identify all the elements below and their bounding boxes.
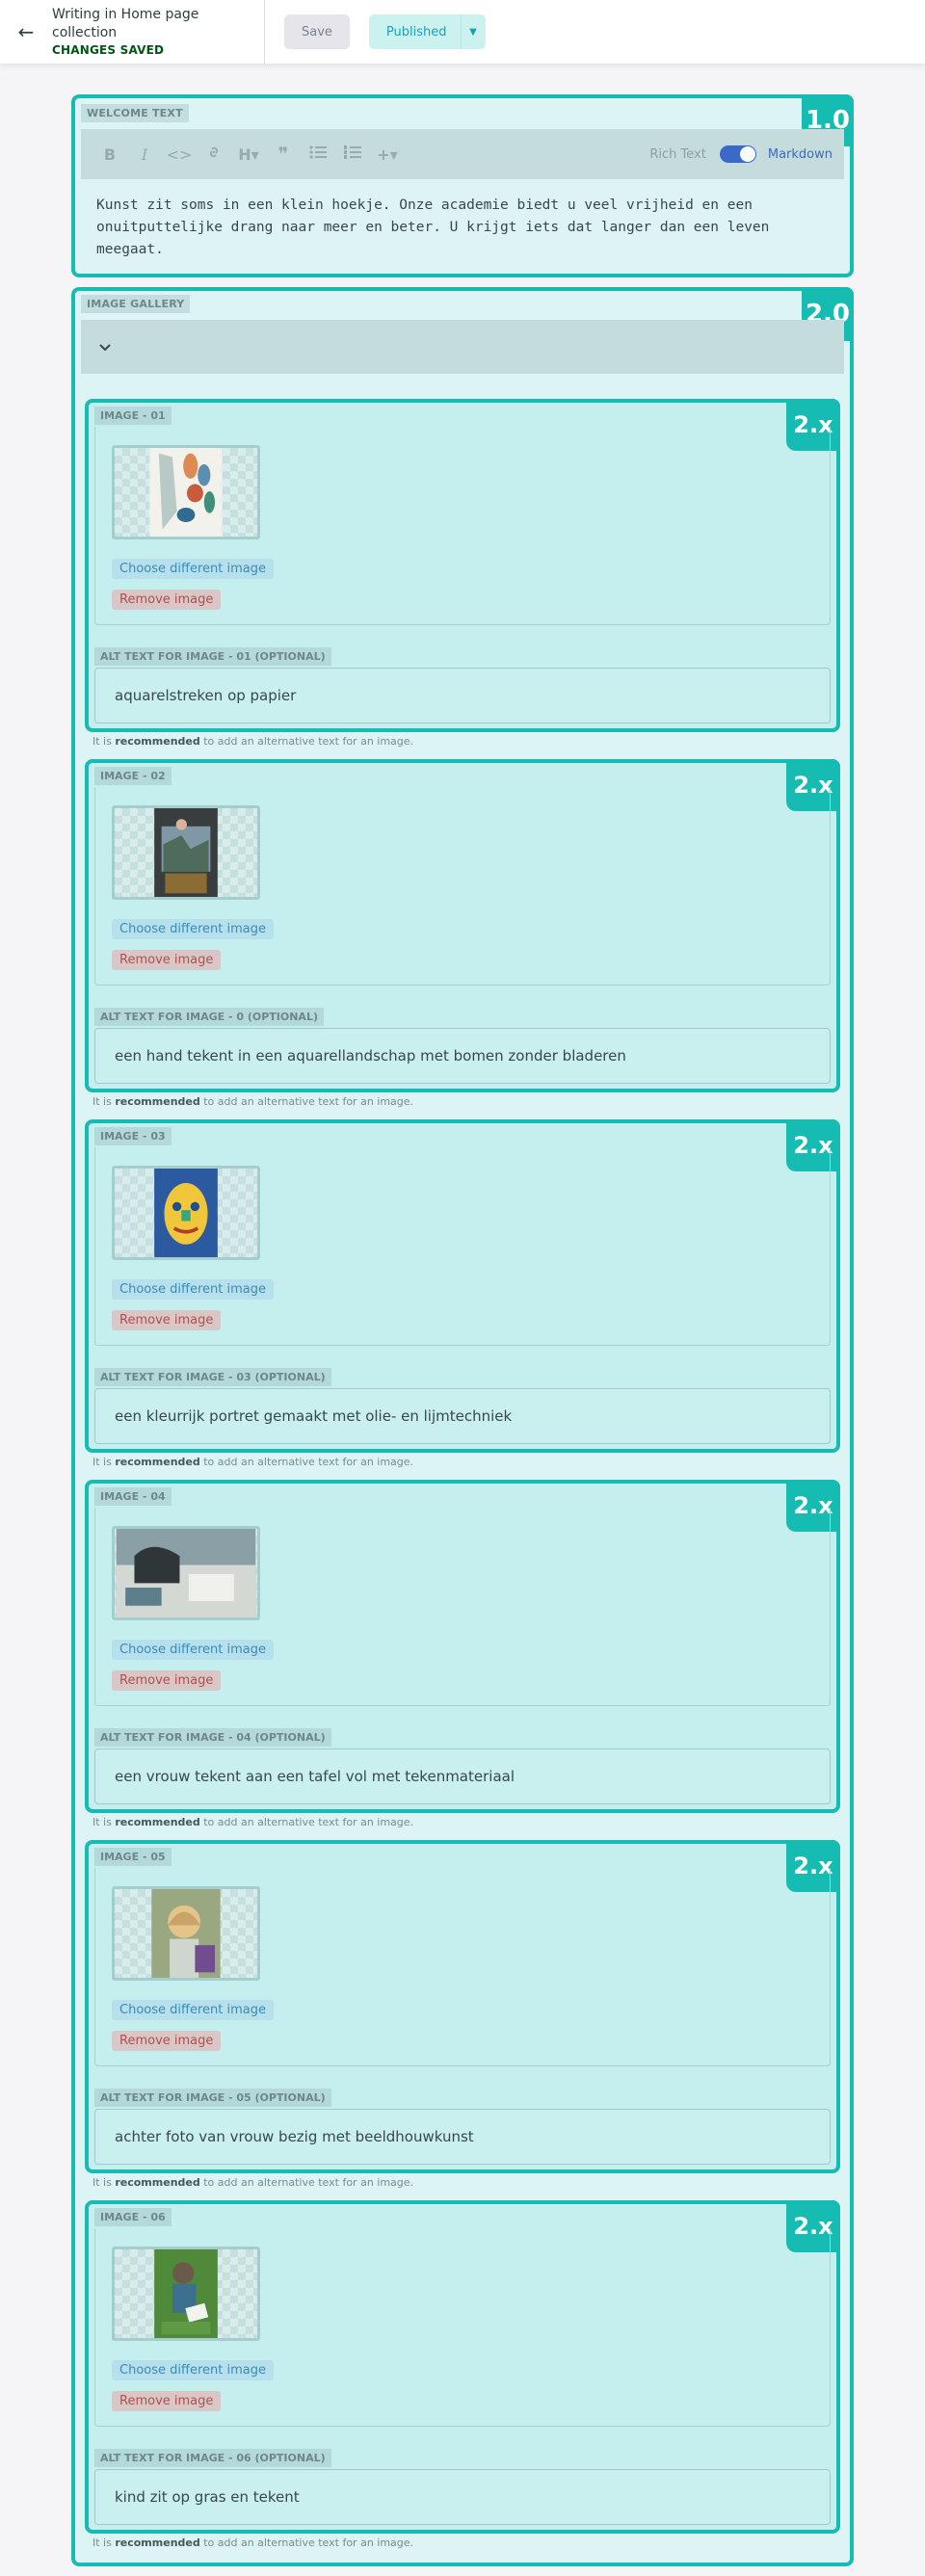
- alt-text-hint: It is recommended to add an alternative …: [92, 1456, 413, 1468]
- hint-bold: recommended: [115, 2537, 200, 2549]
- publish-label[interactable]: Published: [369, 25, 461, 39]
- link-icon[interactable]: [197, 145, 231, 164]
- hint-prefix: It is: [92, 2176, 112, 2189]
- numbered-list-icon[interactable]: [335, 145, 370, 164]
- remove-image-button[interactable]: Remove image: [112, 1670, 222, 1691]
- alt-text-input[interactable]: een hand tekent in een aquarellandschap …: [94, 1028, 831, 1084]
- alt-text-input[interactable]: kind zit op gras en tekent: [94, 2469, 831, 2525]
- hint-bold: recommended: [115, 1816, 200, 1828]
- image-item-label: IMAGE - 04: [94, 1487, 172, 1506]
- remove-image-button[interactable]: Remove image: [112, 2031, 222, 2051]
- hint-prefix: It is: [92, 1095, 112, 1108]
- editor-header: ← Writing in Home page collection CHANGE…: [0, 0, 925, 64]
- hint-bold: recommended: [115, 1456, 200, 1468]
- image-thumbnail[interactable]: [112, 2247, 260, 2341]
- image-item: IMAGE - 02 2.x Choose different image Re…: [85, 759, 840, 1092]
- header-divider: [264, 0, 265, 64]
- image-item: IMAGE - 01 2.x Choose different image Re…: [85, 399, 840, 732]
- welcome-text-widget: WELCOME TEXT 1.0 B I <> H▾ ❞ +▾ Rich Tex…: [71, 94, 854, 277]
- remove-image-button[interactable]: Remove image: [112, 590, 222, 610]
- image-item: IMAGE - 06 2.x Choose different image Re…: [85, 2200, 840, 2534]
- hint-suffix: to add an alternative text for an image.: [203, 1456, 414, 1468]
- choose-different-image-button[interactable]: Choose different image: [112, 2360, 274, 2380]
- choose-different-image-button[interactable]: Choose different image: [112, 919, 274, 939]
- markdown-toggle[interactable]: [719, 145, 756, 163]
- hint-suffix: to add an alternative text for an image.: [203, 2176, 414, 2189]
- alt-text-input[interactable]: aquarelstreken op papier: [94, 668, 831, 723]
- gallery-collapse-bar[interactable]: [81, 320, 844, 374]
- image-item: IMAGE - 03 2.x Choose different image Re…: [85, 1119, 840, 1453]
- hint-prefix: It is: [92, 735, 112, 748]
- caret-down-icon[interactable]: ▼: [460, 14, 486, 49]
- alt-text-label: ALT TEXT FOR IMAGE - 03 (OPTIONAL): [94, 1368, 331, 1386]
- rich-text-label[interactable]: Rich Text: [649, 147, 705, 162]
- alt-text-hint: It is recommended to add an alternative …: [92, 1816, 413, 1828]
- alt-text-hint: It is recommended to add an alternative …: [92, 735, 413, 748]
- image-item-label: IMAGE - 03: [94, 1127, 172, 1145]
- image-thumbnail[interactable]: [112, 1166, 260, 1260]
- arrow-left-icon[interactable]: ←: [0, 0, 52, 64]
- hint-bold: recommended: [115, 735, 200, 748]
- save-status: CHANGES SAVED: [52, 42, 165, 57]
- hint-suffix: to add an alternative text for an image.: [203, 1816, 414, 1828]
- welcome-text-editor[interactable]: Kunst zit soms in een klein hoekje. Onze…: [81, 179, 844, 268]
- image-item-label: IMAGE - 06: [94, 2208, 172, 2226]
- hint-bold: recommended: [115, 2176, 200, 2189]
- bulleted-list-icon[interactable]: [301, 145, 335, 164]
- image-item-label: IMAGE - 05: [94, 1848, 172, 1866]
- remove-image-button[interactable]: Remove image: [112, 1310, 222, 1330]
- hint-prefix: It is: [92, 1816, 112, 1828]
- title-block: Writing in Home page collection CHANGES …: [52, 6, 264, 58]
- alt-text-label: ALT TEXT FOR IMAGE - 04 (OPTIONAL): [94, 1728, 331, 1747]
- hint-suffix: to add an alternative text for an image.: [203, 735, 414, 748]
- alt-text-label: ALT TEXT FOR IMAGE - 0 (OPTIONAL): [94, 1008, 324, 1026]
- editor-toolbar: B I <> H▾ ❞ +▾ Rich Text Markdown: [81, 129, 844, 179]
- add-component-icon[interactable]: +▾: [370, 145, 405, 164]
- image-thumbnail[interactable]: [112, 805, 260, 900]
- hint-suffix: to add an alternative text for an image.: [203, 1095, 414, 1108]
- hint-prefix: It is: [92, 2537, 112, 2549]
- publish-dropdown[interactable]: Published ▼: [368, 14, 486, 49]
- image-thumbnail[interactable]: [112, 1886, 260, 1981]
- choose-different-image-button[interactable]: Choose different image: [112, 1279, 274, 1300]
- markdown-label[interactable]: Markdown: [768, 147, 832, 162]
- alt-text-label: ALT TEXT FOR IMAGE - 06 (OPTIONAL): [94, 2449, 331, 2467]
- alt-text-hint: It is recommended to add an alternative …: [92, 2537, 413, 2549]
- alt-text-input[interactable]: een kleurrijk portret gemaakt met olie- …: [94, 1388, 831, 1444]
- code-icon[interactable]: <>: [162, 145, 197, 164]
- page-title: Writing in Home page collection: [52, 7, 199, 40]
- choose-different-image-button[interactable]: Choose different image: [112, 2000, 274, 2020]
- alt-text-input[interactable]: een vrouw tekent aan een tafel vol met t…: [94, 1748, 831, 1804]
- toggle-knob: [739, 146, 755, 162]
- bold-icon[interactable]: B: [92, 145, 127, 164]
- remove-image-button[interactable]: Remove image: [112, 950, 222, 970]
- image-item-label: IMAGE - 01: [94, 407, 172, 425]
- hint-bold: recommended: [115, 1095, 200, 1108]
- remove-image-button[interactable]: Remove image: [112, 2391, 222, 2411]
- save-button[interactable]: Save: [284, 14, 350, 49]
- alt-text-hint: It is recommended to add an alternative …: [92, 2176, 413, 2189]
- image-thumbnail[interactable]: [112, 445, 260, 539]
- welcome-text-label: WELCOME TEXT: [81, 104, 189, 122]
- heading-icon[interactable]: H▾: [231, 145, 266, 164]
- image-item-label: IMAGE - 02: [94, 767, 172, 785]
- alt-text-label: ALT TEXT FOR IMAGE - 05 (OPTIONAL): [94, 2089, 331, 2107]
- choose-different-image-button[interactable]: Choose different image: [112, 559, 274, 579]
- chevron-down-icon[interactable]: [98, 338, 112, 356]
- hint-suffix: to add an alternative text for an image.: [203, 2537, 414, 2549]
- image-item: IMAGE - 05 2.x Choose different image Re…: [85, 1840, 840, 2173]
- hint-prefix: It is: [92, 1456, 112, 1468]
- italic-icon[interactable]: I: [127, 145, 162, 164]
- image-thumbnail[interactable]: [112, 1526, 260, 1620]
- alt-text-hint: It is recommended to add an alternative …: [92, 1095, 413, 1108]
- image-item: IMAGE - 04 2.x Choose different image Re…: [85, 1480, 840, 1813]
- alt-text-label: ALT TEXT FOR IMAGE - 01 (OPTIONAL): [94, 647, 331, 666]
- alt-text-input[interactable]: achter foto van vrouw bezig met beeldhou…: [94, 2109, 831, 2165]
- quote-icon[interactable]: ❞: [266, 143, 301, 166]
- image-gallery-label: IMAGE GALLERY: [81, 295, 191, 313]
- choose-different-image-button[interactable]: Choose different image: [112, 1640, 274, 1660]
